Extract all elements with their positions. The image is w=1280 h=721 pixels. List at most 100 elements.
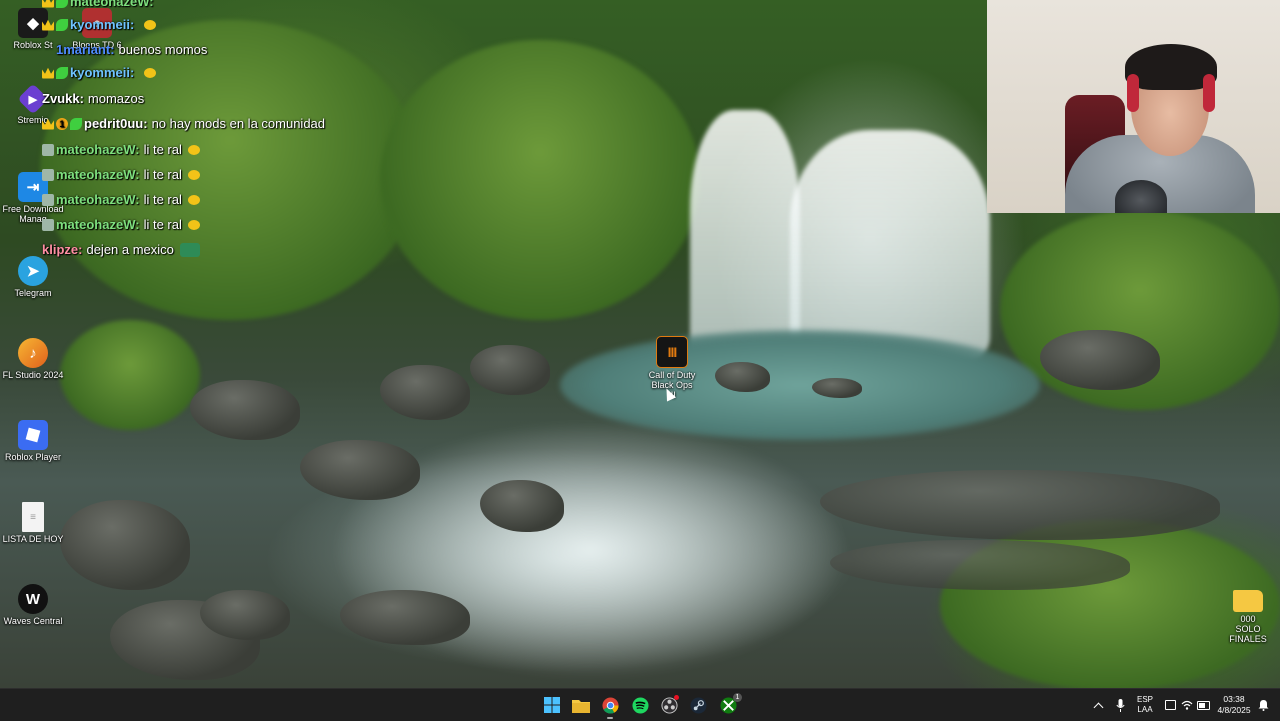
- desktop-icon-label: LISTA DE HOY: [2, 534, 64, 544]
- chat-username[interactable]: mateohazeW:: [56, 217, 140, 232]
- language-code: ESP: [1136, 695, 1153, 704]
- call-of-duty-bo3-icon: III: [656, 336, 688, 368]
- chat-text: li te ral: [143, 192, 182, 207]
- tray-language[interactable]: ESP LAA: [1132, 689, 1158, 721]
- desktop-icon-telegram[interactable]: ➤ Telegram: [0, 256, 66, 298]
- steam-icon: [689, 696, 707, 714]
- chat-text: buenos momos: [118, 42, 208, 57]
- chat-text: li te ral: [143, 217, 182, 232]
- desktop-icon-label: 000 SOLO FINALES: [1229, 614, 1267, 644]
- chat-message: kyommeii:: [42, 17, 157, 32]
- num-badge-icon: 1: [56, 117, 68, 130]
- taskbar-file-explorer[interactable]: [569, 694, 593, 716]
- crown-badge-icon: [42, 118, 54, 130]
- desktop-icon-waves-central[interactable]: W Waves Central: [0, 584, 66, 626]
- chat-username[interactable]: klipze:: [42, 242, 82, 257]
- sword-badge-icon: [42, 218, 54, 231]
- tray-notifications[interactable]: [1256, 689, 1270, 721]
- chat-message: klipze: dejen a mexico: [42, 242, 200, 257]
- desktop-icon-label: Roblox Player: [4, 452, 62, 462]
- chat-message: kyommeii:: [42, 65, 157, 80]
- chat-message: mateohazeW: li te ral: [42, 167, 200, 182]
- crown-badge-icon: [42, 0, 54, 8]
- taskbar-chrome[interactable]: [598, 694, 622, 719]
- emote-icon: [187, 169, 200, 180]
- tray-overflow-button[interactable]: [1090, 689, 1106, 721]
- tray-battery[interactable]: [1196, 689, 1210, 721]
- chat-username[interactable]: mateohazeW:: [56, 167, 140, 182]
- taskbar-xbox[interactable]: 1: [716, 693, 742, 716]
- tray-clock[interactable]: 03:38 4/8/2025: [1212, 689, 1256, 721]
- chat-message: mateohazeW: li te ral: [42, 142, 200, 157]
- chrome-icon: [601, 696, 619, 714]
- chat-username[interactable]: 1mariant:: [56, 42, 115, 57]
- sword-badge-icon: [42, 168, 54, 181]
- badge-count-icon: 1: [733, 693, 742, 702]
- taskbar-steam[interactable]: [686, 694, 710, 716]
- notification-dot-icon: [674, 695, 679, 700]
- folder-icon: [572, 699, 590, 713]
- desktop-icon-solo-finales[interactable]: 000 SOLO FINALES: [1215, 586, 1280, 644]
- spotify-icon: [631, 696, 649, 714]
- chat-username[interactable]: mateohazeW:: [56, 192, 140, 207]
- headset-right: [1203, 74, 1215, 112]
- microphone-icon: [1115, 698, 1125, 712]
- emote-icon: [187, 194, 200, 205]
- chat-bubble-icon: [1164, 700, 1176, 710]
- waves-icon: W: [18, 584, 48, 614]
- chat-message: 1 pedrit0uu: no hay mods en la comunidad: [42, 116, 325, 131]
- emote-icon: [144, 19, 157, 30]
- text-file-icon: ≡: [22, 502, 44, 532]
- emote-icon: [179, 242, 200, 257]
- taskbar-spotify[interactable]: [628, 694, 652, 716]
- start-button[interactable]: [540, 694, 564, 716]
- leaf-badge-icon: [56, 0, 68, 8]
- telegram-icon: ➤: [18, 256, 48, 286]
- keyboard-layout: LAA: [1137, 705, 1153, 714]
- desktop-icon-lista-de-hoy[interactable]: ≡ LISTA DE HOY: [0, 502, 66, 544]
- chat-username[interactable]: pedrit0uu:: [84, 116, 148, 131]
- desktop-icon-label: Telegram: [14, 288, 52, 298]
- chevron-up-icon: [1093, 702, 1103, 712]
- clock-date: 4/8/2025: [1217, 705, 1251, 715]
- sword-badge-icon: [42, 193, 54, 206]
- chat-text: momazos: [87, 91, 145, 106]
- roblox-player-icon: [18, 420, 48, 450]
- clock-time: 03:38: [1223, 694, 1245, 704]
- battery-icon: [1196, 700, 1210, 710]
- tray-wifi[interactable]: [1180, 689, 1194, 721]
- chat-text: li te ral: [143, 167, 182, 182]
- bell-icon: [1258, 700, 1268, 711]
- chat-username[interactable]: mateohazeW:: [70, 0, 154, 9]
- desktop-icon-roblox-player[interactable]: Roblox Player: [0, 420, 66, 462]
- chat-text: no hay mods en la comunidad: [151, 116, 326, 131]
- chat-message: Zvukk: momazos: [42, 91, 144, 106]
- tray-message-icon[interactable]: [1163, 689, 1177, 721]
- desktop-icon-fl-studio[interactable]: ♪ FL Studio 2024: [0, 338, 66, 380]
- chat-username[interactable]: kyommeii:: [70, 17, 134, 32]
- windows-start-icon: [544, 697, 560, 713]
- chat-message: mateohazeW: li te ral: [42, 192, 200, 207]
- chat-message: 1mariant: buenos momos: [56, 42, 207, 57]
- emote-icon: [144, 67, 157, 78]
- microphone: [1115, 180, 1167, 213]
- desktop-icon-label: Waves Central: [3, 616, 63, 626]
- folder-icon: [1233, 590, 1263, 612]
- fl-studio-icon: ♪: [18, 338, 48, 368]
- chat-text: li te ral: [143, 142, 182, 157]
- emote-icon: [187, 219, 200, 230]
- leaf-badge-icon: [56, 18, 68, 31]
- taskbar: 1 ESP LAA 03:38 4/8/2025: [0, 688, 1280, 721]
- tray-microphone[interactable]: [1112, 689, 1128, 721]
- crown-badge-icon: [42, 19, 54, 31]
- chat-message: mateohazeW:: [42, 0, 158, 9]
- taskbar-obs[interactable]: [657, 694, 681, 716]
- chat-username[interactable]: kyommeii:: [70, 65, 134, 80]
- chat-username[interactable]: Zvukk:: [42, 91, 84, 106]
- crown-badge-icon: [42, 67, 54, 79]
- chat-username[interactable]: mateohazeW:: [56, 142, 140, 157]
- leaf-badge-icon: [56, 66, 68, 79]
- chat-text: dejen a mexico: [86, 242, 174, 257]
- wifi-icon: [1181, 700, 1193, 710]
- sword-badge-icon: [42, 143, 54, 156]
